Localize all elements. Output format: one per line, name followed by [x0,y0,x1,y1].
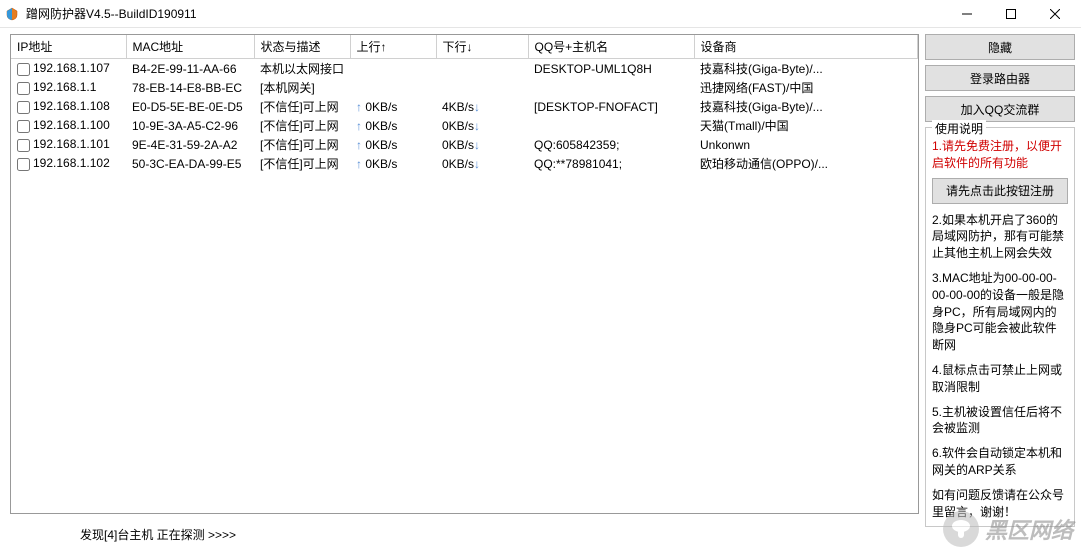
down-arrow-icon: ↓ [474,157,480,171]
app-icon [4,6,20,22]
cell-qq-hostname: QQ:605842359; [528,135,694,154]
cell-vendor: Unkonwn [694,135,918,154]
cell-vendor: 欧珀移动通信(OPPO)/... [694,154,918,173]
instruction-1: 1.请先免费注册，以便开启软件的所有功能 [932,138,1068,172]
cell-upload: ↑ 0KB/s [350,135,436,154]
table-header-row: IP地址 MAC地址 状态与描述 上行↑ 下行↓ QQ号+主机名 设备商 [11,35,918,59]
cell-ip: 192.168.1.107 [11,59,126,79]
side-panel: 隐藏 登录路由器 加入QQ交流群 使用说明 1.请先免费注册，以便开启软件的所有… [923,28,1081,518]
join-qq-group-button[interactable]: 加入QQ交流群 [925,96,1075,122]
login-router-button[interactable]: 登录路由器 [925,65,1075,91]
row-checkbox[interactable] [17,120,30,133]
cell-mac: 9E-4E-31-59-2A-A2 [126,135,254,154]
maximize-button[interactable] [989,0,1033,28]
cell-qq-hostname: DESKTOP-UML1Q8H [528,59,694,79]
up-arrow-icon: ↑ [356,119,365,133]
table-row[interactable]: 192.168.1.107B4-2E-99-11-AA-66本机以太网接口 DES… [11,59,918,79]
col-header-mac[interactable]: MAC地址 [126,35,254,59]
cell-download: 0KB/s↓ [436,116,528,135]
window-title: 蹭网防护器V4.5--BuildID190911 [26,5,945,22]
cell-mac: E0-D5-5E-BE-0E-D5 [126,97,254,116]
titlebar: 蹭网防护器V4.5--BuildID190911 [0,0,1081,28]
down-arrow-icon: ↓ [474,100,480,114]
cell-state: [不信任]可上网 [254,154,350,173]
cell-mac: B4-2E-99-11-AA-66 [126,59,254,79]
cell-qq-hostname [528,78,694,97]
row-checkbox[interactable] [17,158,30,171]
cell-state: [不信任]可上网 [254,97,350,116]
instructions-box: 使用说明 1.请先免费注册，以便开启软件的所有功能 请先点击此按钮注册 2.如果… [925,127,1075,527]
cell-mac: 50-3C-EA-DA-99-E5 [126,154,254,173]
down-arrow-icon: ↓ [474,138,480,152]
cell-ip: 192.168.1.108 [11,97,126,116]
up-arrow-icon: ↑ [356,138,365,152]
cell-download [436,78,528,97]
row-checkbox[interactable] [17,139,30,152]
cell-download: 0KB/s↓ [436,135,528,154]
up-arrow-icon: ↑ [356,100,365,114]
register-button[interactable]: 请先点击此按钮注册 [932,178,1068,204]
col-header-qq[interactable]: QQ号+主机名 [528,35,694,59]
down-arrow-icon: ↓ [474,119,480,133]
status-text: 发现[4]台主机 正在探测 >>>> [80,528,236,542]
cell-vendor: 技嘉科技(Giga-Byte)/... [694,59,918,79]
cell-ip: 192.168.1.1 [11,78,126,97]
row-checkbox[interactable] [17,82,30,95]
hide-button[interactable]: 隐藏 [925,34,1075,60]
cell-ip: 192.168.1.100 [11,116,126,135]
cell-mac: 10-9E-3A-A5-C2-96 [126,116,254,135]
cell-ip: 192.168.1.101 [11,135,126,154]
col-header-state[interactable]: 状态与描述 [254,35,350,59]
cell-download: 4KB/s↓ [436,97,528,116]
table-row[interactable]: 192.168.1.1019E-4E-31-59-2A-A2[不信任]可上网↑ … [11,135,918,154]
cell-upload: ↑ 0KB/s [350,154,436,173]
cell-state: [本机网关] [254,78,350,97]
minimize-button[interactable] [945,0,989,28]
cell-qq-hostname: QQ:**78981041; [528,154,694,173]
col-header-vendor[interactable]: 设备商 [694,35,918,59]
status-bar: 发现[4]台主机 正在探测 >>>> [0,523,1081,545]
cell-upload [350,59,436,79]
device-table-panel: IP地址 MAC地址 状态与描述 上行↑ 下行↓ QQ号+主机名 设备商 192… [10,34,919,514]
cell-state: [不信任]可上网 [254,116,350,135]
cell-vendor: 技嘉科技(Giga-Byte)/... [694,97,918,116]
table-row[interactable]: 192.168.1.178-EB-14-E8-BB-EC[本机网关] 迅捷网络(F… [11,78,918,97]
instruction-2: 2.如果本机开启了360的局域网防护，那有可能禁止其他主机上网会失效 [932,212,1068,262]
col-header-up[interactable]: 上行↑ [350,35,436,59]
cell-state: [不信任]可上网 [254,135,350,154]
row-checkbox[interactable] [17,63,30,76]
instructions-heading: 使用说明 [932,120,986,137]
row-checkbox[interactable] [17,101,30,114]
up-arrow-icon: ↑ [356,157,365,171]
cell-download [436,59,528,79]
table-row[interactable]: 192.168.1.10250-3C-EA-DA-99-E5[不信任]可上网↑ … [11,154,918,173]
cell-state: 本机以太网接口 [254,59,350,79]
col-header-down[interactable]: 下行↓ [436,35,528,59]
cell-mac: 78-EB-14-E8-BB-EC [126,78,254,97]
table-row[interactable]: 192.168.1.108E0-D5-5E-BE-0E-D5[不信任]可上网↑ … [11,97,918,116]
cell-vendor: 迅捷网络(FAST)/中国 [694,78,918,97]
cell-ip: 192.168.1.102 [11,154,126,173]
cell-qq-hostname: [DESKTOP-FNOFACT] [528,97,694,116]
cell-upload: ↑ 0KB/s [350,116,436,135]
instruction-6: 6.软件会自动锁定本机和网关的ARP关系 [932,445,1068,479]
cell-vendor: 天猫(Tmall)/中国 [694,116,918,135]
cell-upload [350,78,436,97]
close-button[interactable] [1033,0,1077,28]
instruction-4: 4.鼠标点击可禁止上网或取消限制 [932,362,1068,396]
col-header-ip[interactable]: IP地址 [11,35,126,59]
table-row[interactable]: 192.168.1.10010-9E-3A-A5-C2-96[不信任]可上网↑ … [11,116,918,135]
instruction-3: 3.MAC地址为00-00-00-00-00-00的设备一般是隐身PC，所有局域… [932,270,1068,354]
instruction-5: 5.主机被设置信任后将不会被监测 [932,404,1068,438]
cell-qq-hostname [528,116,694,135]
instruction-7: 如有问题反馈请在公众号里留言，谢谢！ [932,487,1068,521]
cell-upload: ↑ 0KB/s [350,97,436,116]
device-table: IP地址 MAC地址 状态与描述 上行↑ 下行↓ QQ号+主机名 设备商 192… [11,35,918,173]
cell-download: 0KB/s↓ [436,154,528,173]
